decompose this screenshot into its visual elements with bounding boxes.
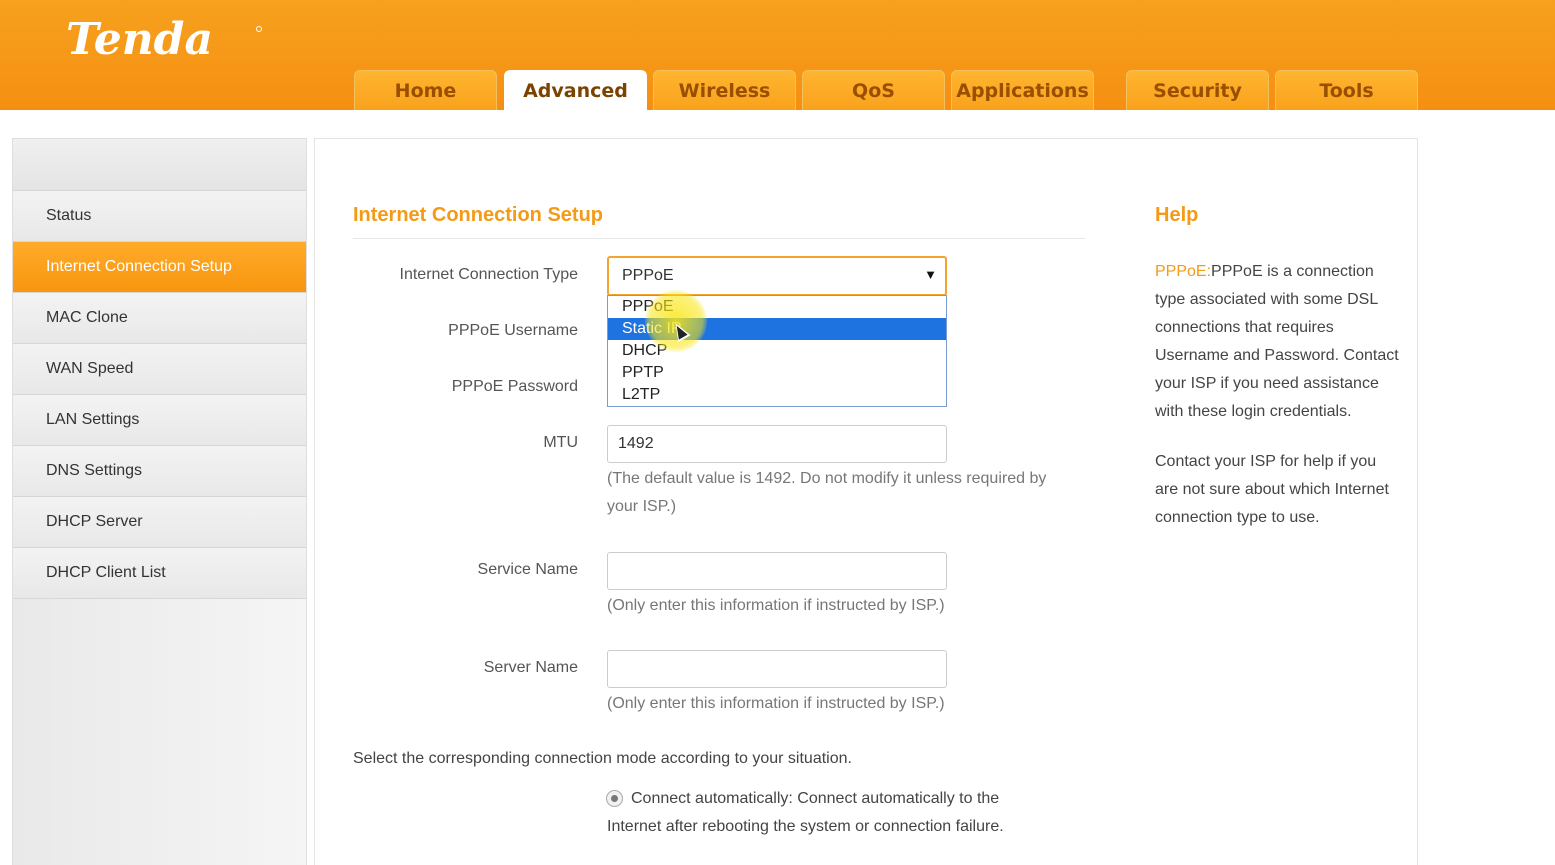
option-l2tp[interactable]: L2TP [608, 384, 946, 406]
option-static-ip[interactable]: Static IP [608, 318, 946, 340]
top-header: Tenda Home Advanced Wireless QoS Applica… [0, 0, 1555, 111]
tab-security[interactable]: Security [1126, 70, 1269, 110]
radio-selected-dot [611, 795, 618, 802]
service-name-input[interactable] [607, 552, 947, 590]
connection-type-value: PPPoE [622, 267, 674, 284]
mtu-hint: (The default value is 1492. Do not modif… [607, 470, 1047, 515]
connection-type-dropdown: PPPoE Static IP DHCP PPTP L2TP [607, 295, 947, 407]
tab-home[interactable]: Home [354, 70, 497, 110]
help-paragraph-pppoe: PPPoE:PPPoE is a connection type associa… [1155, 258, 1400, 426]
pppoe-username-label: PPPoE Username [448, 322, 578, 339]
option-pptp[interactable]: PPTP [608, 362, 946, 384]
service-name-hint: (Only enter this information if instruct… [607, 597, 945, 614]
sidebar-header [13, 139, 306, 191]
help-title: Help [1155, 204, 1199, 226]
tab-tools[interactable]: Tools [1275, 70, 1418, 110]
help-paragraph-contact: Contact your ISP for help if you are not… [1155, 453, 1389, 526]
sidebar-item-lan-settings[interactable]: LAN Settings [13, 395, 306, 446]
option-pppoe[interactable]: PPPoE [608, 296, 946, 318]
tenda-logo: Tenda [66, 14, 213, 65]
sidebar-item-wan-speed[interactable]: WAN Speed [13, 344, 306, 395]
sidebar: Status Internet Connection Setup MAC Clo… [12, 138, 307, 865]
connection-mode-instruction: Select the corresponding connection mode… [353, 750, 852, 767]
service-name-label: Service Name [477, 561, 578, 578]
connection-type-select[interactable]: PPPoE ▼ [607, 256, 947, 296]
page-title: Internet Connection Setup [353, 204, 603, 226]
sidebar-item-status[interactable]: Status [13, 191, 306, 242]
connection-type-label: Internet Connection Type [399, 266, 579, 283]
sidebar-item-internet-connection-setup[interactable]: Internet Connection Setup [13, 242, 306, 293]
server-name-label: Server Name [483, 659, 578, 676]
mtu-label: MTU [543, 434, 578, 451]
mtu-input[interactable] [607, 425, 947, 463]
sidebar-item-dhcp-server[interactable]: DHCP Server [13, 497, 306, 548]
help-body: PPPoE:PPPoE is a connection type associa… [1155, 258, 1400, 532]
tab-qos[interactable]: QoS [802, 70, 945, 110]
dropdown-arrow-icon: ▼ [924, 267, 937, 282]
registered-mark-icon [256, 26, 262, 32]
option-dhcp[interactable]: DHCP [608, 340, 946, 362]
title-divider [353, 238, 1085, 239]
connect-automatically-radio[interactable] [606, 790, 623, 807]
sidebar-item-mac-clone[interactable]: MAC Clone [13, 293, 306, 344]
tab-wireless[interactable]: Wireless [653, 70, 796, 110]
connect-automatically-label: Connect automatically: Connect automatic… [607, 790, 1004, 835]
sidebar-item-dhcp-client-list[interactable]: DHCP Client List [13, 548, 306, 599]
tab-applications[interactable]: Applications [951, 70, 1094, 110]
server-name-hint: (Only enter this information if instruct… [607, 695, 945, 712]
server-name-input[interactable] [607, 650, 947, 688]
help-pppoe-key: PPPoE: [1155, 263, 1212, 280]
sidebar-item-dns-settings[interactable]: DNS Settings [13, 446, 306, 497]
pppoe-password-label: PPPoE Password [451, 378, 578, 395]
tab-advanced[interactable]: Advanced [504, 70, 647, 111]
help-pppoe-text: PPPoE is a connection type associated wi… [1155, 263, 1399, 420]
